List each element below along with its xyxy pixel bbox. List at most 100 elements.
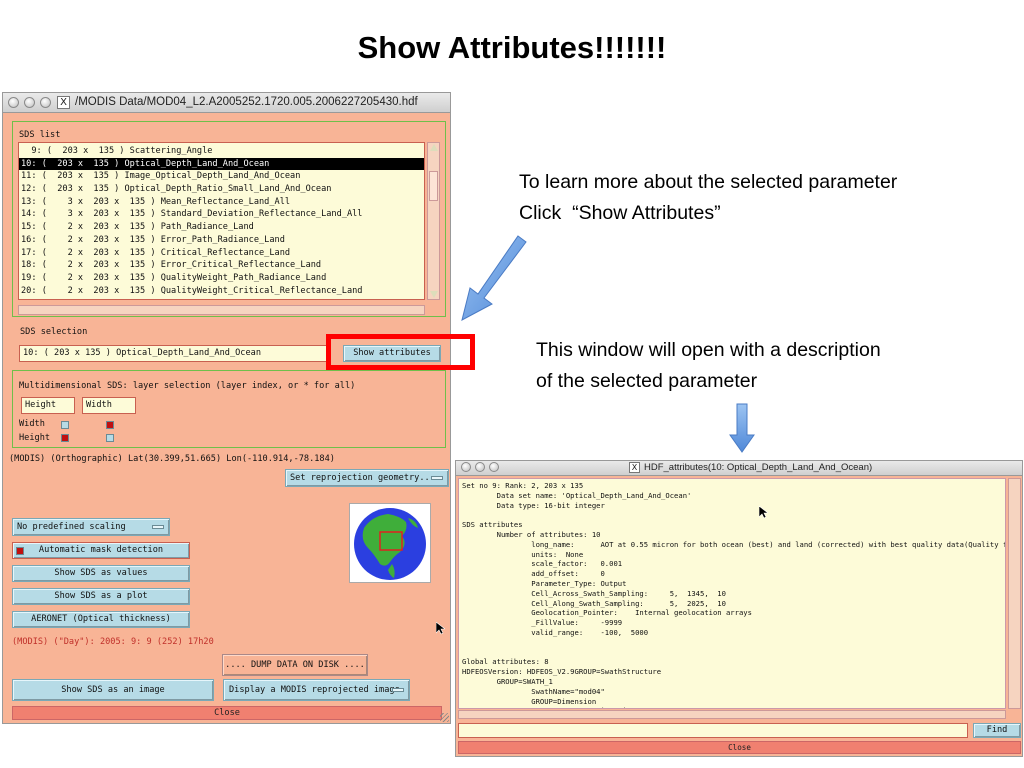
sds-list-item[interactable]: 17: ( 2 x 203 x 135 ) Critical_Reflectan… [19,247,424,260]
scaling-menu-label: No predefined scaling [17,522,126,532]
width-checkbox-1[interactable] [61,421,69,429]
attribute-line: valid_range: -100, 5000 [462,627,649,637]
sds-list-item[interactable]: 12: ( 203 x 135 ) Optical_Depth_Ratio_Sm… [19,183,424,196]
sds-list-item[interactable]: 14: ( 3 x 203 x 135 ) Standard_Deviation… [19,208,424,221]
attributes-text: Set no 9: Rank: 2, 203 x 135 Data set na… [462,481,1006,708]
sds-list-item[interactable]: 13: ( 3 x 203 x 135 ) Mean_Reflectance_L… [19,196,424,209]
sds-selection-field[interactable]: 10: ( 203 x 135 ) Optical_Depth_Land_And… [19,345,329,362]
auto-mask-checkbox[interactable] [16,547,24,555]
display-reprojected-menu-button[interactable]: Display a MODIS reprojected image [223,679,410,701]
attribute-line: GROUP=Dimension [462,696,597,706]
main-window-title: /MODIS Data/MOD04_L2.A2005252.1720.005.2… [75,96,418,108]
show-values-button[interactable]: Show SDS as values [12,565,190,582]
width-label: Width [19,419,45,429]
sds-list-item[interactable]: 18: ( 2 x 203 x 135 ) Error_Critical_Ref… [19,259,424,272]
sds-list-item[interactable]: 9: ( 203 x 135 ) Scattering_Angle [19,145,424,158]
arrow-to-button-icon [461,235,527,321]
mouse-cursor-icon [436,622,445,635]
globe-thumbnail[interactable] [349,503,431,583]
attribute-line: long_name: AOT at 0.55 micron for both o… [462,539,1006,549]
height-input[interactable]: Height [21,397,75,414]
globe-icon [354,508,426,580]
close-window-button[interactable] [461,462,471,472]
attributes-window-title: HDF_attributes(10: Optical_Depth_Land_An… [644,462,873,473]
find-button[interactable]: Find [973,723,1021,738]
attribute-line: Data set name: 'Optical_Depth_Land_And_O… [462,490,692,500]
highlight-box [326,334,475,370]
show-plot-button[interactable]: Show SDS as a plot [12,588,190,605]
attribute-line [462,648,1005,658]
attribute-line: GROUP=SWATH_1 [462,676,553,686]
attribute-line: SwathName="mod04" [462,686,605,696]
minimize-window-button[interactable] [475,462,485,472]
height-checkbox-1[interactable] [61,434,69,442]
sds-list-item[interactable]: 16: ( 2 x 203 x 135 ) Error_Path_Radianc… [19,234,424,247]
sds-list-item[interactable]: 19: ( 2 x 203 x 135 ) QualityWeight_Path… [19,272,424,285]
attribute-line: Number of attributes: 10 [462,529,601,539]
attributes-hscrollbar[interactable] [458,710,1006,719]
attributes-text-area[interactable]: Set no 9: Rank: 2, 203 x 135 Data set na… [458,478,1006,709]
aeronet-button[interactable]: AERONET (Optical thickness) [12,611,190,628]
arrow-down-icon [729,403,755,453]
attribute-line: SDS attributes [462,520,523,530]
show-image-button[interactable]: Show SDS as an image [12,679,214,701]
main-close-button[interactable]: Close [12,706,442,720]
zoom-window-button[interactable] [489,462,499,472]
attribute-line: Geolocation_Pointer: Internal geolocatio… [462,608,752,618]
attribute-line: _FillValue: -9999 [462,618,623,628]
minimize-window-button[interactable] [24,97,35,108]
attribute-line: units: None [462,549,584,559]
sds-list-hscrollbar[interactable] [18,305,425,315]
attribute-line [462,638,1005,648]
sds-list-item[interactable]: 10: ( 203 x 135 ) Optical_Depth_Land_And… [19,157,424,171]
attribute-line: Set no 9: Rank: 2, 203 x 135 [462,481,584,490]
mouse-cursor-icon [759,506,768,519]
reprojection-menu-label: Set reprojection geometry... [290,473,435,483]
attributes-window-titlebar[interactable]: X HDF_attributes(10: Optical_Depth_Land_… [456,461,1022,476]
find-input[interactable] [458,723,968,738]
dump-data-button[interactable]: .... DUMP DATA ON DISK .... [222,654,368,676]
slide-title: Show Attributes!!!!!!! [357,30,667,65]
attributes-close-button[interactable]: Close [458,741,1021,754]
sds-list-item[interactable]: 20: ( 2 x 203 x 135 ) QualityWeight_Crit… [19,285,424,298]
main-close-label: Close [214,708,240,718]
attribute-line: Cell_Across_Swath_Sampling: 5, 1345, 10 [462,588,726,598]
note-show-attributes: To learn more about the selected paramet… [519,171,898,224]
sds-list-item[interactable]: 15: ( 2 x 203 x 135 ) Path_Radiance_Land [19,221,424,234]
attributes-vscrollbar[interactable] [1008,478,1021,709]
scaling-menu-button[interactable]: No predefined scaling [12,518,170,536]
dropdown-icon [152,525,164,529]
zoom-window-button[interactable] [40,97,51,108]
sds-list-item[interactable]: 11: ( 203 x 135 ) Image_Optical_Depth_La… [19,170,424,183]
sds-list-label: SDS list [19,130,61,140]
dropdown-icon [392,688,404,692]
resize-grip-icon[interactable] [440,713,449,722]
main-window: X /MODIS Data/MOD04_L2.A2005252.1720.005… [2,92,451,724]
sds-list-rows: 9: ( 203 x 135 ) Scattering_Angle 10: ( 2… [19,145,424,297]
attribute-line: add_offset: 0 [462,569,605,579]
sds-selection-label: SDS selection [20,327,88,337]
x11-icon: X [629,462,640,473]
scroll-thumb[interactable] [429,171,438,201]
attribute-line: scale_factor: 0.001 [462,559,623,569]
attributes-window: X HDF_attributes(10: Optical_Depth_Land_… [455,460,1023,757]
auto-mask-checkbutton[interactable]: Automatic mask detection [12,542,190,559]
sds-list[interactable]: 9: ( 203 x 135 ) Scattering_Angle 10: ( 2… [18,142,425,300]
attributes-close-label: Close [728,743,751,752]
x11-icon: X [57,96,70,109]
height-label: Height [19,433,51,443]
width-checkbox-2[interactable] [106,421,114,429]
main-window-titlebar[interactable]: X /MODIS Data/MOD04_L2.A2005252.1720.005… [3,93,450,113]
scroll-down-icon[interactable] [430,291,438,298]
scroll-up-icon[interactable] [430,144,438,151]
attribute-line [462,510,1005,520]
multidim-label: Multidimensional SDS: layer selection (l… [19,381,356,391]
close-window-button[interactable] [8,97,19,108]
attribute-line: OBJECT=Dimension_1 [462,706,1005,708]
width-input[interactable]: Width [82,397,136,414]
height-checkbox-2[interactable] [106,434,114,442]
sds-list-scrollbar[interactable] [427,142,440,300]
reprojection-menu-button[interactable]: Set reprojection geometry... [285,469,449,487]
dropdown-icon [431,476,443,480]
display-reprojected-label: Display a MODIS reprojected image [229,685,400,695]
